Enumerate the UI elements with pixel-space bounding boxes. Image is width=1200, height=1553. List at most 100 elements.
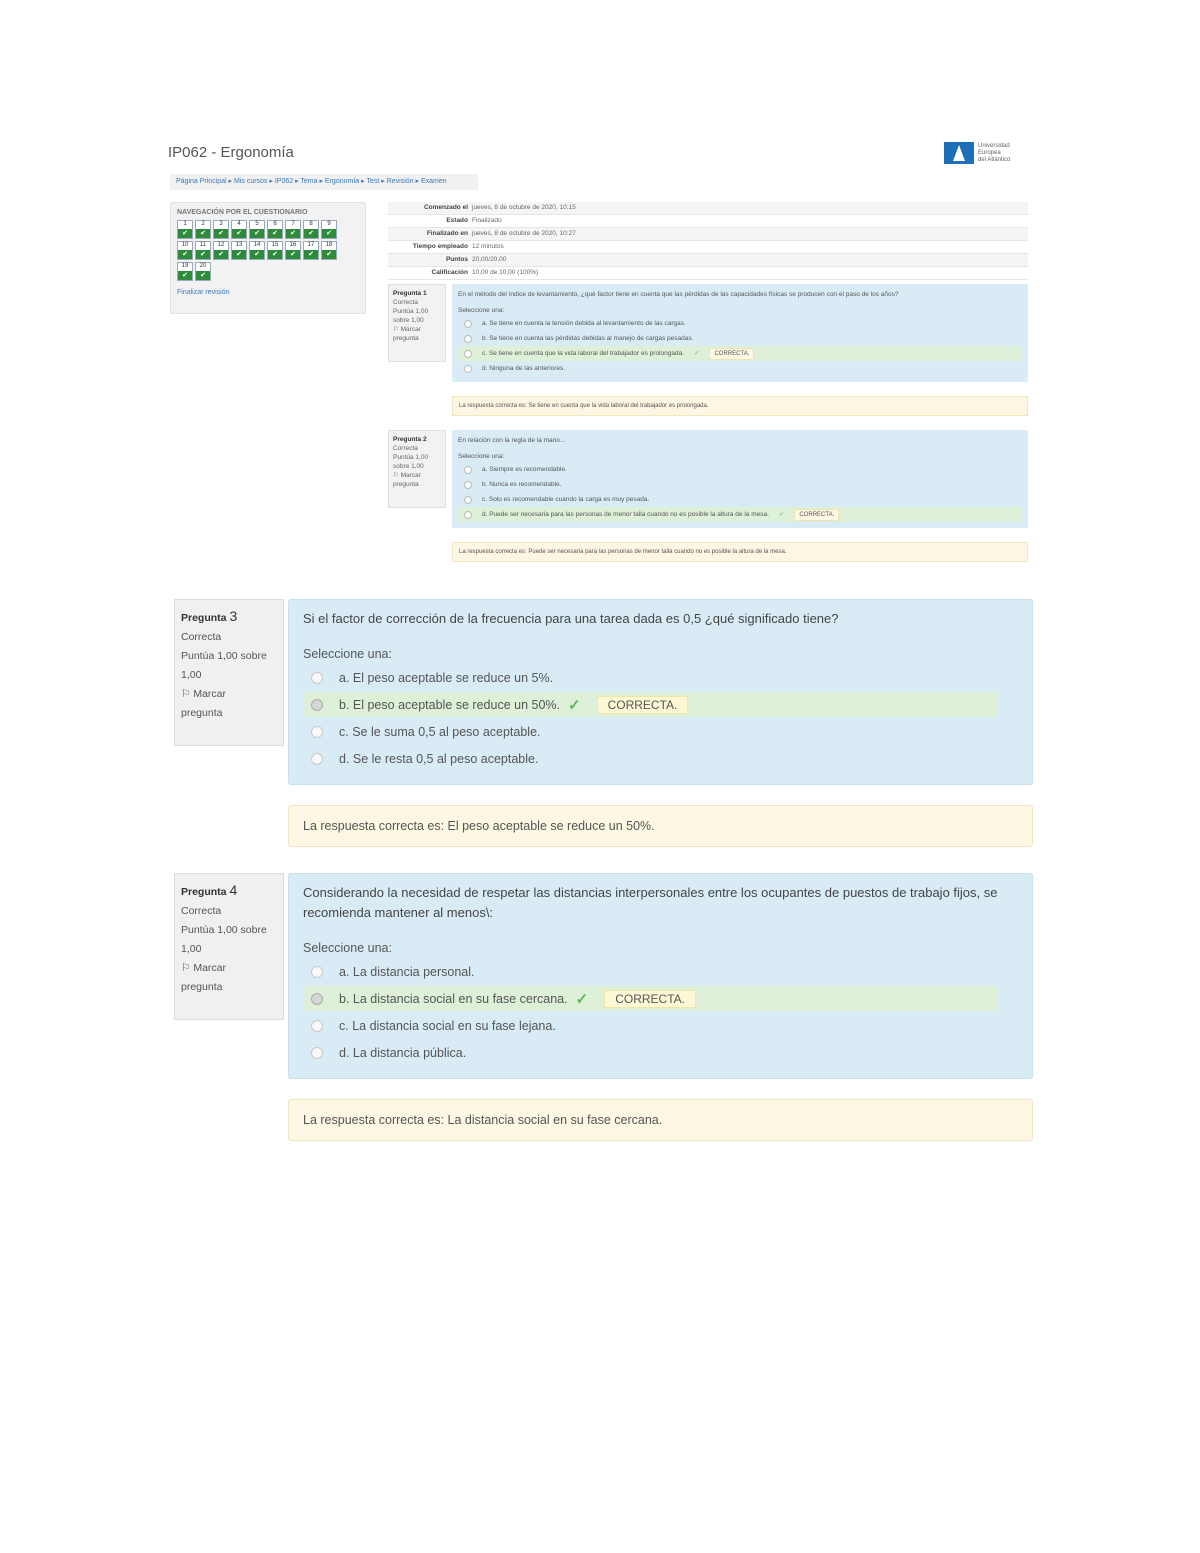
radio-button[interactable] [311,725,323,738]
question-4-info: Pregunta 4 Correcta Puntúa 1,00 sobre 1,0… [174,873,284,1020]
answer-text: c. Solo es recomendable cuando la carga … [482,495,650,503]
check-icon: ✔ [250,229,264,238]
nav-question-button[interactable]: 13 ✔ [231,241,247,260]
select-one-label: Seleccione una: [458,307,505,314]
radio-button[interactable] [464,334,472,343]
radio-button[interactable] [464,495,472,504]
question-2-feedback: La respuesta correcta es: Puede ser nece… [452,542,1028,562]
answer-option[interactable]: d. Ninguna de las anteriores. [458,361,1022,376]
nav-question-button[interactable]: 17 ✔ [303,241,319,260]
answer-option[interactable]: a. Se tiene en cuenta la tensión debida … [458,316,1022,331]
summary-value: 10,00 de 10,00 (100%) [472,269,539,276]
logo-text-2: Europea [978,149,1001,156]
nav-question-button[interactable]: 8 ✔ [303,220,319,239]
check-icon: ✔ [304,250,318,259]
nav-question-button[interactable]: 18 ✔ [321,241,337,260]
nav-question-number: 5 [255,221,259,227]
answer-option[interactable]: a. El peso aceptable se reduce un 5%. [303,665,1018,690]
nav-question-number: 8 [309,221,313,227]
answer-option[interactable]: d. Puede ser necesaria para las personas… [458,507,1022,522]
question-text: Considerando la necesidad de respetar la… [303,885,998,920]
breadcrumb[interactable]: Página Principal ▸ Mis cursos ▸ IP062 ▸ … [170,174,478,190]
finish-review-link[interactable]: Finalizar revisión [177,289,359,296]
nav-question-button[interactable]: 10 ✔ [177,241,193,260]
radio-button[interactable] [311,671,323,684]
flag-icon: ⚐ [393,326,399,333]
answer-text: c. La distancia social en su fase lejana… [339,1018,556,1033]
nav-question-button[interactable]: 16 ✔ [285,241,301,260]
question-3-flag-button[interactable]: ⚐ Marcar pregunta [181,685,277,723]
nav-question-number: 12 [217,242,225,248]
answer-option[interactable]: c. Se tiene en cuenta que la vida labora… [458,346,1022,361]
check-icon: ✓ [778,510,785,518]
answer-text: b. El peso aceptable se reduce un 50%. [339,697,560,712]
nav-question-button[interactable]: 6 ✔ [267,220,283,239]
nav-question-button[interactable]: 19 ✔ [177,262,193,281]
nav-question-button[interactable]: 20 ✔ [195,262,211,281]
answer-option[interactable]: b. La distancia social en su fase cercan… [303,986,998,1011]
check-icon: ✔ [250,250,264,259]
answer-text: b. La distancia social en su fase cercan… [339,991,568,1006]
question-2-score: Puntúa 1,00 sobre 1,00 [393,454,429,470]
answer-option[interactable]: a. Siempre es recomendable. [458,462,1022,477]
radio-button[interactable] [464,319,472,328]
summary-row: Tiempo empleado 12 minutos [388,241,1028,254]
summary-value: jueves, 8 de octubre de 2020, 10:15 [472,204,576,211]
radio-button[interactable] [464,349,472,358]
answer-text: b. Nunca es recomendable. [482,480,562,488]
answer-option[interactable]: c. Se le suma 0,5 al peso aceptable. [303,719,1018,744]
answer-option[interactable]: d. La distancia pública. [303,1040,1018,1065]
select-one-label: Seleccione una: [303,941,392,955]
answer-option[interactable]: b. Se tiene en cuenta las pérdidas debid… [458,331,1022,346]
answer-option[interactable]: d. Se le resta 0,5 al peso aceptable. [303,746,1018,771]
question-3-score: Puntúa 1,00 sobre 1,00 [181,650,267,681]
nav-question-button[interactable]: 9 ✔ [321,220,337,239]
answer-option[interactable]: c. La distancia social en su fase lejana… [303,1013,1018,1038]
nav-question-button[interactable]: 7 ✔ [285,220,301,239]
question-4-flag-button[interactable]: ⚐ Marcar pregunta [181,959,277,997]
question-1-score: Puntúa 1,00 sobre 1,00 [393,308,429,324]
radio-button[interactable] [311,752,323,765]
nav-question-button[interactable]: 14 ✔ [249,241,265,260]
question-4-feedback: La respuesta correcta es: La distancia s… [288,1099,1033,1141]
answer-option[interactable]: b. Nunca es recomendable. [458,477,1022,492]
nav-question-button[interactable]: 3 ✔ [213,220,229,239]
question-2-flag[interactable]: ⚐ Marcar pregunta [393,471,441,489]
question-4-content: Considerando la necesidad de respetar la… [288,873,1033,1079]
question-text: En relación con la regla de la mano... [458,437,566,444]
nav-question-button[interactable]: 12 ✔ [213,241,229,260]
answer-option[interactable]: c. Solo es recomendable cuando la carga … [458,492,1022,507]
logo-text-1: Universidad [978,142,1010,149]
flag-icon: ⚐ [181,962,191,974]
radio-button[interactable] [311,965,323,978]
nav-question-button[interactable]: 4 ✔ [231,220,247,239]
radio-button[interactable] [311,992,323,1005]
question-grid: 1 ✔ 2 ✔ 3 ✔ 4 ✔ 5 ✔ 6 ✔ 7 ✔ 8 ✔ 9 ✔ 10 ✔ 11 ✔ 12 ✔ 13 ✔ 14 ✔ 15 ✔ 16 ✔ 1… [177,220,347,281]
answer-option[interactable]: a. La distancia personal. [303,959,1018,984]
question-2-label: Pregunta 2 [393,436,427,443]
question-3-status: Correcta [181,631,222,643]
nav-question-button[interactable]: 5 ✔ [249,220,265,239]
answer-text: c. Se le suma 0,5 al peso aceptable. [339,724,541,739]
radio-button[interactable] [464,364,472,373]
radio-button[interactable] [464,480,472,489]
question-1-content: En el método del índice de levantamiento… [452,284,1028,382]
radio-button[interactable] [464,465,472,474]
question-1-flag[interactable]: ⚐ Marcar pregunta [393,325,441,343]
answer-option[interactable]: b. El peso aceptable se reduce un 50%. ✓ C… [303,692,998,717]
radio-button[interactable] [464,510,472,519]
radio-button[interactable] [311,1019,323,1032]
nav-question-button[interactable]: 2 ✔ [195,220,211,239]
nav-question-button[interactable]: 1 ✔ [177,220,193,239]
nav-question-number: 18 [325,242,333,248]
radio-button[interactable] [311,1046,323,1059]
question-text: En el método del índice de levantamiento… [458,291,899,298]
radio-button[interactable] [311,698,323,711]
nav-question-button[interactable]: 15 ✔ [267,241,283,260]
nav-question-number: 10 [181,242,189,248]
nav-question-button[interactable]: 11 ✔ [195,241,211,260]
logo-text-3: del Atlántico [978,156,1011,163]
nav-question-number: 7 [291,221,295,227]
university-logo: Universidad Europea del Atlántico [944,140,1028,166]
summary-row: Calificación 10,00 de 10,00 (100%) [388,267,1028,280]
